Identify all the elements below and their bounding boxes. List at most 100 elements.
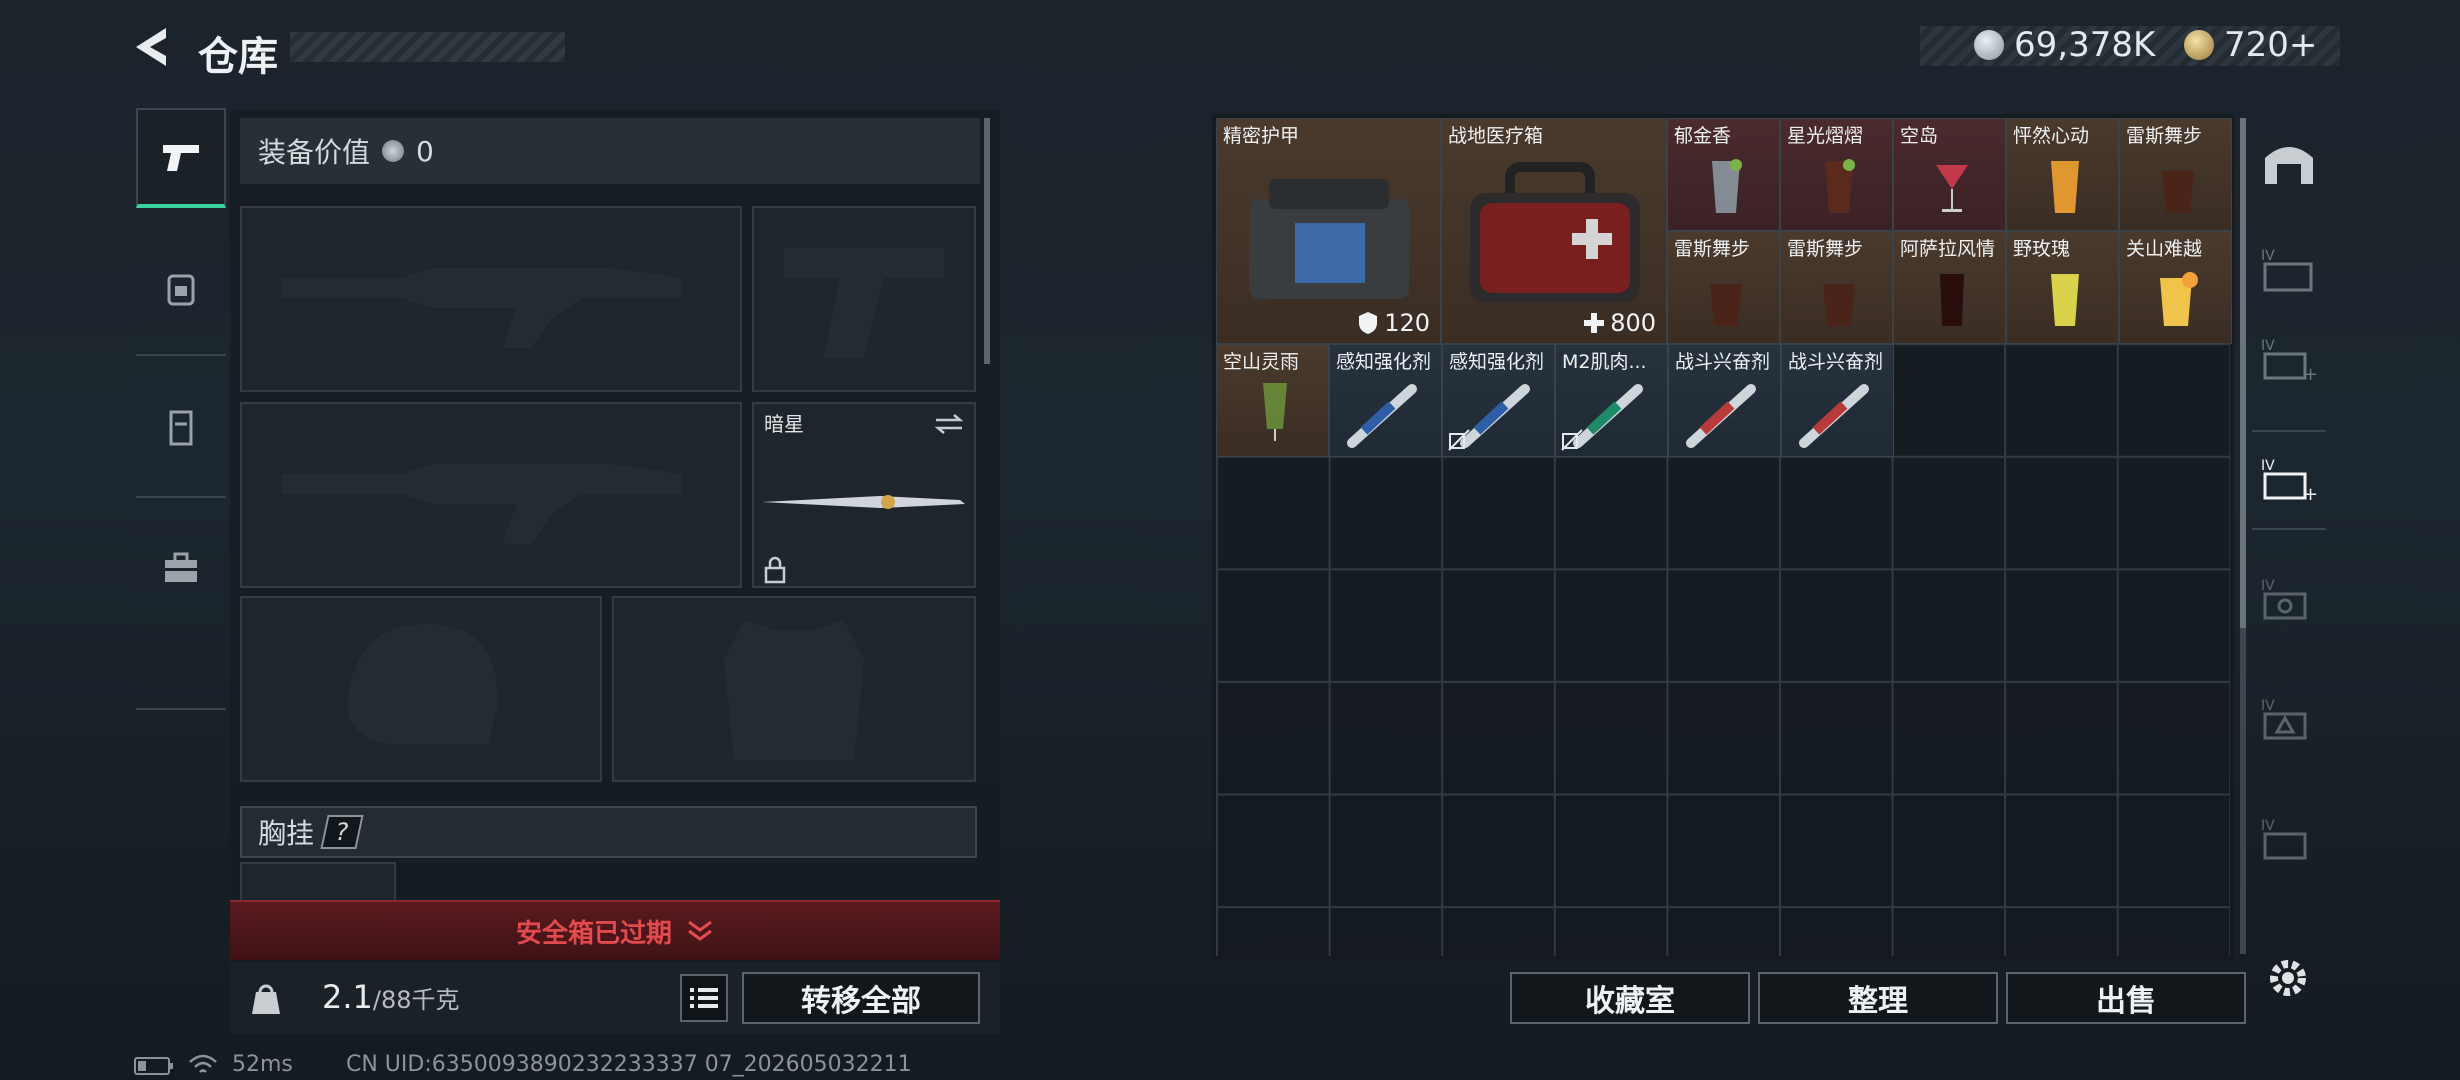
pistol-silhouette-icon [784, 248, 944, 358]
tab-backpack[interactable] [136, 238, 226, 338]
item-label: M2肌肉... [1562, 351, 1647, 373]
item-durability: 120 [1358, 309, 1430, 337]
item-label: 关山难越 [2126, 238, 2203, 260]
svg-text:IV: IV [2261, 338, 2275, 354]
stash-item-drink[interactable]: 雷斯舞步 [1667, 231, 1780, 344]
stash-page-main[interactable] [2252, 114, 2326, 214]
stash-page-7[interactable]: IV [2252, 790, 2326, 890]
primary-weapon-slot[interactable] [240, 206, 742, 392]
cocktail-glass-icon [2160, 272, 2198, 326]
tab-vest[interactable] [136, 378, 226, 478]
item-label: 战斗兴奋剂 [1788, 351, 1884, 373]
weight-icon [248, 978, 284, 1020]
stash-page-5[interactable]: IV [2252, 550, 2326, 650]
stash-item-injector[interactable]: 战斗兴奋剂 [1668, 344, 1781, 457]
stash-page-4[interactable]: IV + [2252, 430, 2326, 530]
vest-silhouette-icon [724, 620, 864, 760]
stash-item-drink[interactable]: 阿萨拉风情 [1893, 231, 2006, 344]
svg-text:IV: IV [2261, 578, 2275, 594]
stash-item-drink[interactable]: 空岛 [1893, 118, 2006, 231]
equip-value-amount: 0 [416, 134, 434, 168]
no-insure-icon [1448, 429, 1470, 451]
cocktail-glass-icon [1712, 159, 1742, 213]
stash-item-armor[interactable]: 精密护甲 120 [1216, 118, 1441, 344]
svg-text:IV: IV [2261, 698, 2275, 714]
stash-item-injector[interactable]: 感知强化剂 [1442, 344, 1555, 457]
swap-icon[interactable] [932, 412, 966, 436]
help-button[interactable]: ? [320, 815, 364, 849]
stash-page-6[interactable]: IV [2252, 670, 2326, 770]
stash-page-3[interactable]: IV + [2252, 310, 2326, 410]
loadout-tabs [136, 108, 226, 712]
weight-max: /88千克 [372, 986, 460, 1014]
cocktail-glass-icon [1710, 284, 1742, 326]
stash-item-drink[interactable]: 空山灵雨 [1216, 344, 1329, 457]
stash-scrollbar-thumb[interactable] [2240, 118, 2246, 628]
stash-item-drink[interactable]: 怦然心动 [2006, 118, 2119, 231]
gold-currency[interactable]: 720+ [2184, 25, 2317, 65]
warehouse-icon [2265, 147, 2313, 184]
svg-text:IV: IV [2261, 818, 2275, 834]
item-value: 120 [1384, 309, 1430, 337]
svg-text:+: + [2303, 364, 2317, 382]
gold-amount: 720+ [2224, 25, 2318, 65]
cocktail-glass-icon [1940, 274, 1964, 326]
lock-icon [764, 556, 786, 584]
folder-icon: IV [2261, 248, 2313, 292]
stash-item-medkit[interactable]: 战地医疗箱 800 [1441, 118, 1667, 344]
helmet-slot[interactable] [240, 596, 602, 782]
stash-item-injector[interactable]: M2肌肉... [1555, 344, 1668, 457]
cocktail-glass-icon [2051, 161, 2079, 213]
cocktail-glass-icon [2162, 171, 2194, 213]
gear-icon [2270, 960, 2306, 996]
collection-room-button[interactable]: 收藏室 [1510, 972, 1750, 1024]
no-insure-icon [1561, 429, 1583, 451]
back-arrow-icon [136, 28, 166, 66]
wifi-icon [188, 1054, 218, 1080]
stash-item-drink[interactable]: 星光熠熠 [1780, 118, 1893, 231]
chest-rig-slot[interactable] [240, 862, 396, 902]
cocktail-glass-icon [1823, 284, 1855, 326]
shield-icon [1359, 312, 1378, 334]
settings-button[interactable] [2262, 952, 2314, 1004]
item-label: 精密护甲 [1223, 125, 1300, 147]
sidearm-slot[interactable] [752, 206, 976, 392]
sort-button[interactable]: 整理 [1758, 972, 1998, 1024]
chest-rig-header: 胸挂 ? [240, 806, 977, 858]
stash-item-drink[interactable]: 雷斯舞步 [1780, 231, 1893, 344]
list-view-button[interactable] [680, 974, 728, 1022]
melee-slot[interactable]: 暗星 [752, 402, 976, 588]
syringe-icon [1686, 384, 1756, 448]
safe-box-expired-banner[interactable]: 安全箱已过期 [230, 900, 1000, 960]
stash-item-drink[interactable]: 野玫瑰 [2006, 231, 2119, 344]
stash-page-2[interactable]: IV [2252, 220, 2326, 320]
transfer-all-button[interactable]: 转移全部 [742, 972, 980, 1024]
secondary-weapon-slot[interactable] [240, 402, 742, 588]
sell-button[interactable]: 出售 [2006, 972, 2246, 1024]
toolbox-icon [165, 552, 197, 582]
title-decoration [290, 32, 565, 62]
back-button[interactable] [130, 24, 176, 70]
stash-item-injector[interactable]: 战斗兴奋剂 [1781, 344, 1894, 457]
medkit-page-icon: IV + [2261, 458, 2317, 502]
item-label: 雷斯舞步 [1787, 238, 1864, 260]
tab-weapons[interactable] [136, 108, 226, 208]
stash-item-drink[interactable]: 雷斯舞步 [2119, 118, 2232, 231]
melee-label: 暗星 [764, 412, 804, 436]
stash-item-injector[interactable]: 感知强化剂 [1329, 344, 1442, 457]
armor-slot[interactable] [612, 596, 976, 782]
tab-toolbox[interactable] [136, 518, 226, 618]
stash-item-drink[interactable]: 关山难越 [2119, 231, 2232, 344]
equipment-value: 装备价值 0 [240, 118, 980, 184]
svg-text:IV: IV [2261, 248, 2275, 264]
item-label: 战地医疗箱 [1448, 125, 1544, 147]
battery-icon [134, 1056, 174, 1080]
list-icon [690, 988, 718, 1008]
silver-currency[interactable]: 69,378K [1974, 25, 2155, 65]
stash-item-drink[interactable]: 郁金香 [1667, 118, 1780, 231]
loadout-scrollbar[interactable] [984, 118, 990, 364]
item-label: 空山灵雨 [1223, 351, 1300, 373]
vest-icon [169, 410, 193, 446]
first-aid-kit-icon [1470, 162, 1640, 303]
armor-bag-icon [1249, 179, 1409, 299]
